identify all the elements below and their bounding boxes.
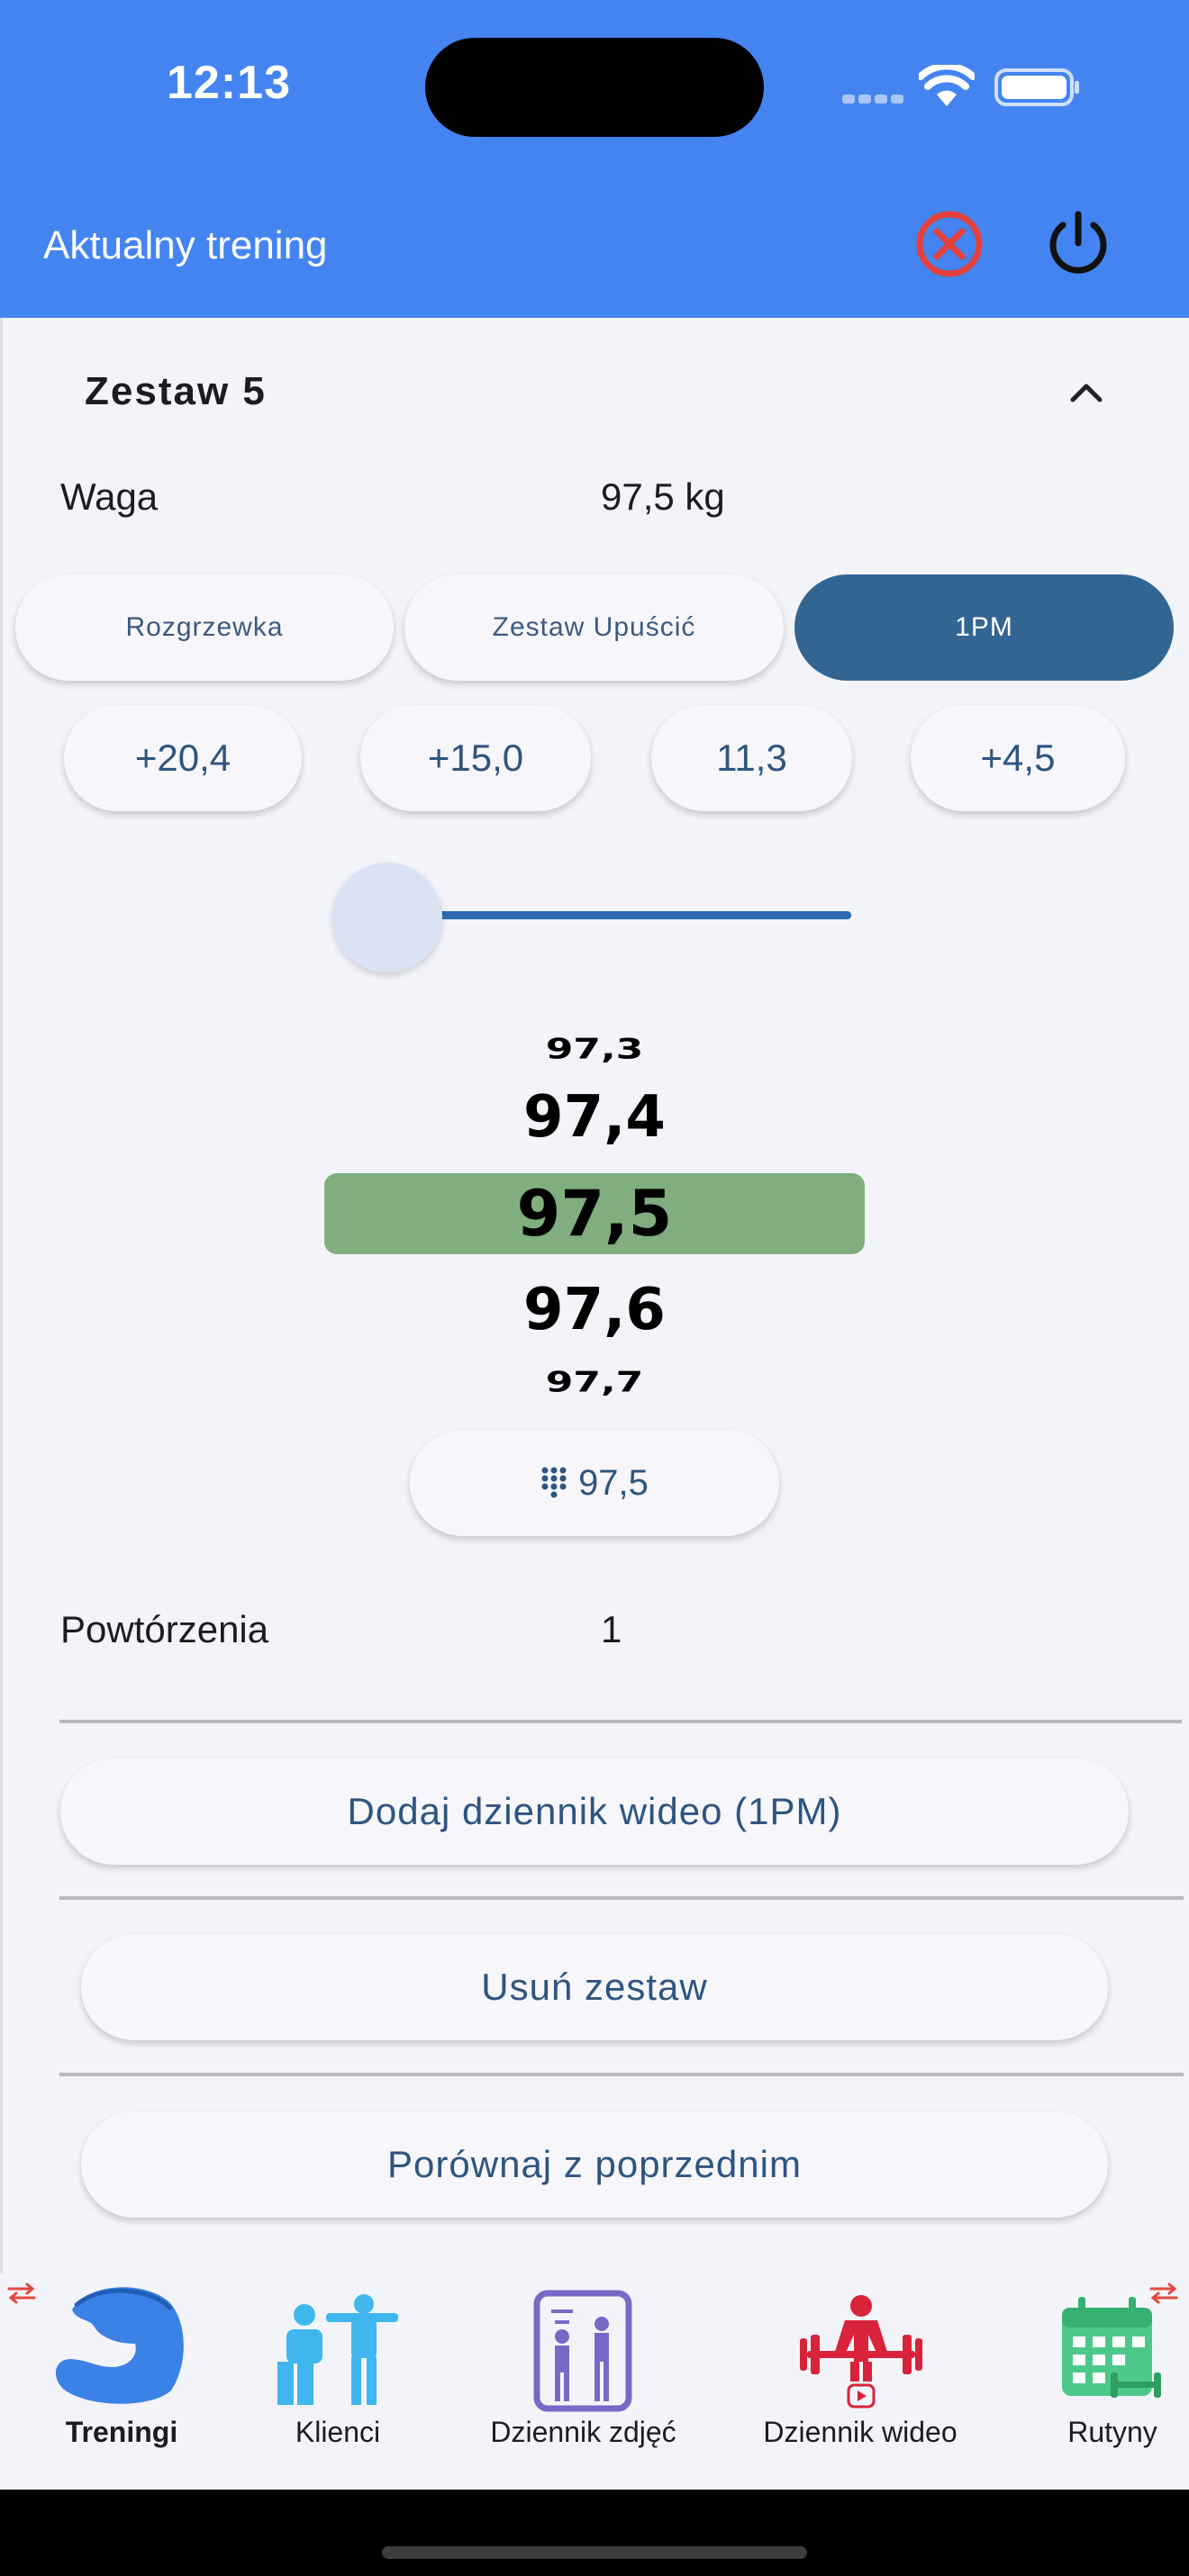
reps-label: Powtórzenia <box>60 1608 269 1650</box>
weightlifter-video-icon <box>800 2295 922 2409</box>
chevron-up-icon[interactable] <box>1068 378 1104 405</box>
status-time: 12:13 <box>167 57 291 109</box>
nav-item-workouts[interactable]: Treningi <box>0 2273 243 2490</box>
picker-item[interactable]: 97,4 <box>324 1084 865 1151</box>
keypad-input-button[interactable]: 97,5 <box>410 1430 779 1536</box>
battery-icon <box>994 68 1079 106</box>
nav-label: Dziennik zdjęć <box>490 2416 676 2448</box>
increment-button[interactable]: +4,5 <box>911 705 1125 811</box>
biceps-icon <box>55 2287 184 2404</box>
power-icon[interactable] <box>1043 209 1113 279</box>
nav-label: Treningi <box>65 2416 178 2448</box>
slider-thumb[interactable] <box>332 863 442 972</box>
reps-value[interactable]: 1 <box>601 1608 622 1651</box>
nav-label: Rutyny <box>1067 2416 1157 2448</box>
divider <box>0 318 3 2273</box>
keypad-value: 97,5 <box>578 1462 649 1503</box>
picker-item[interactable]: 97,6 <box>324 1277 865 1343</box>
calendar-dumbbell-icon <box>1062 2297 1161 2398</box>
increment-button[interactable]: +15,0 <box>360 705 591 811</box>
divider <box>59 1896 1184 1900</box>
compare-previous-button[interactable]: Porównaj z poprzednim <box>81 2111 1108 2218</box>
divider <box>59 2073 1184 2076</box>
keypad-icon <box>541 1467 567 1498</box>
trainer-client-icon <box>277 2294 398 2405</box>
increment-button[interactable]: 11,3 <box>651 705 852 811</box>
dynamic-island <box>425 38 764 137</box>
set-type-1rm-button[interactable]: 1PM <box>794 574 1174 681</box>
picker-item[interactable]: 97,3 <box>324 1034 865 1066</box>
set-type-warmup-button[interactable]: Rozgrzewka <box>15 574 394 681</box>
delete-set-button[interactable]: Usuń zestaw <box>81 1934 1108 2040</box>
add-video-log-button[interactable]: Dodaj dziennik wideo (1PM) <box>60 1758 1129 1865</box>
divider <box>59 1720 1182 1723</box>
nav-item-video-log[interactable]: Dziennik wideo <box>748 2273 973 2490</box>
cellular-signal-icon <box>842 92 907 108</box>
slider-track[interactable] <box>387 911 851 919</box>
page-title: Aktualny trening <box>43 223 328 267</box>
nav-label: Klienci <box>295 2416 381 2448</box>
home-indicator[interactable] <box>382 2546 807 2559</box>
weight-value: 97,5 kg <box>601 475 725 518</box>
nav-item-clients[interactable]: Klienci <box>243 2273 432 2490</box>
set-title: Zestaw 5 <box>85 369 267 413</box>
cancel-workout-icon[interactable] <box>915 210 984 278</box>
set-type-drop-set-button[interactable]: Zestaw Upuścić <box>404 574 784 681</box>
wifi-icon <box>919 65 975 106</box>
picker-selected-item[interactable]: 97,5 <box>324 1177 865 1251</box>
home-bar-area <box>0 2490 1189 2576</box>
nav-item-routines[interactable]: Rutyny <box>1036 2273 1189 2490</box>
nav-label: Dziennik wideo <box>763 2416 958 2448</box>
mirror-photo-icon <box>533 2290 632 2412</box>
weight-label: Waga <box>60 475 159 518</box>
picker-item[interactable]: 97,7 <box>324 1367 865 1399</box>
nav-item-photo-log[interactable]: Dziennik zdjęć <box>468 2273 698 2490</box>
increment-button[interactable]: +20,4 <box>64 705 302 811</box>
